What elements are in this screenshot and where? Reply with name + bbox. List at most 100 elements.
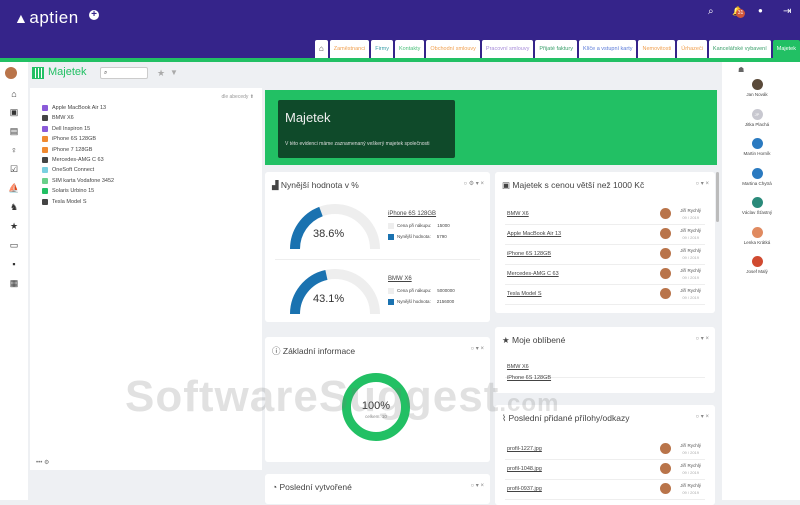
person-name: Jan Novák <box>746 92 768 97</box>
user-name[interactable]: Jiří Rychlý <box>680 248 701 253</box>
legend-swatch <box>388 299 394 305</box>
asset-type-icon <box>42 167 48 174</box>
hero-title: Majetek <box>285 110 331 125</box>
list-item[interactable]: iPhone 6S 128GB <box>42 136 97 143</box>
sail-icon[interactable]: ⛵ <box>7 183 21 194</box>
divider <box>275 259 480 260</box>
person-item[interactable]: JP Jitka Plachá <box>722 108 792 127</box>
legend-swatch <box>388 234 394 240</box>
list-item[interactable]: Mercedes-AMG C 63 <box>42 157 104 163</box>
list-item-label: Tesla Model S <box>52 198 87 205</box>
item-link[interactable]: Apple MacBook Air 13 <box>507 231 561 237</box>
item-link[interactable]: profil-1048.jpg <box>507 466 542 472</box>
list-item[interactable]: iPhone 7 128GB <box>42 146 93 153</box>
list-item[interactable]: OneSoft Connect <box>42 167 94 174</box>
item-link[interactable]: profil-0937.jpg <box>507 486 542 492</box>
favorite-star-icon[interactable]: ★ <box>157 68 165 79</box>
filter-icon[interactable]: ▼ <box>170 68 178 77</box>
user-name[interactable]: Jiří Rychlý <box>680 443 701 448</box>
card-controls[interactable]: ○ ⚙ ▾ × <box>463 180 484 187</box>
person-item[interactable]: Václav Šťastný <box>722 197 792 215</box>
tab-zam-stnanci[interactable]: Zaměstnanci <box>329 40 370 58</box>
item-link[interactable]: BMW X6 <box>507 211 529 217</box>
star-icon[interactable]: ★ <box>7 221 21 232</box>
horse-icon[interactable]: ♞ <box>7 202 21 213</box>
scrollbar[interactable] <box>716 172 719 222</box>
card-controls[interactable]: ○ ▾ × <box>696 335 709 342</box>
list-item-label: iPhone 6S 128GB <box>52 136 97 143</box>
inbox-icon[interactable]: ▣ <box>7 107 21 118</box>
item-link[interactable]: Mercedes-AMG C 63 <box>507 271 559 277</box>
person-item[interactable]: Martin Horník <box>722 138 792 156</box>
tab-nemovitosti[interactable]: Nemovitosti <box>638 40 676 58</box>
asset-link[interactable]: BMW X6 <box>388 276 412 282</box>
expensive-assets-card: ▣ Majetek s cenou větší než 1000 Kč ○ ▾ … <box>495 172 715 313</box>
tab-obchodn-smlouvy[interactable]: Obchodní smlouvy <box>426 40 480 58</box>
item-link[interactable]: Tesla Model S <box>507 291 542 297</box>
apps-icon[interactable]: ▦ <box>7 278 21 289</box>
calendar-icon[interactable]: ▤ <box>7 126 21 137</box>
list-item[interactable]: BMW X6 <box>42 115 74 122</box>
tab-home[interactable]: ⌂ <box>314 40 328 58</box>
card-controls[interactable]: ○ ▾ × <box>696 180 709 187</box>
tab-pracovn-smlouvy[interactable]: Pracovní smlouvy <box>481 40 534 58</box>
list-item[interactable]: SIM karta Vodafone 3452 <box>42 177 114 184</box>
card-title: ▣ Majetek s cenou větší než 1000 Kč <box>502 180 645 190</box>
item-link[interactable]: profil-1227.jpg <box>507 446 542 452</box>
search-icon[interactable]: ⌕ <box>708 6 714 17</box>
hero-box: Majetek V této evidenci máme zaznamenaný… <box>278 100 455 158</box>
person-item[interactable]: Lenka Krátká <box>722 226 792 245</box>
tab-kontakty[interactable]: Kontakty <box>394 40 425 58</box>
list-item[interactable]: Apple MacBook Air 13 <box>42 105 106 111</box>
sort-toggle[interactable]: dle abecedy ⬆ <box>221 94 254 100</box>
user-name[interactable]: Jiří Rychlý <box>680 228 701 233</box>
user-avatar[interactable] <box>5 67 17 79</box>
list-item[interactable]: Dell Inspiron 15 <box>42 125 90 132</box>
asset-link[interactable]: iPhone 6S 128GB <box>388 211 436 217</box>
user-avatar <box>660 443 671 454</box>
chat-icon[interactable]: ● <box>758 6 763 15</box>
person-item[interactable]: Josef Malý <box>722 256 792 274</box>
list-item[interactable]: Solaris Urbino 15 <box>42 188 94 195</box>
tab-majetek[interactable]: Majetek <box>772 40 800 58</box>
card-controls[interactable]: ○ ▾ × <box>471 345 484 352</box>
tab-firmy[interactable]: Firmy <box>371 40 393 58</box>
asset-type-icon <box>42 188 48 195</box>
tab-kancel-sk-vybaven-[interactable]: Kancelářské vybavení <box>708 40 771 58</box>
accent-line <box>0 58 800 62</box>
left-nav: ⌂ ▣ ▤ ♀ ☑ ⛵ ♞ ★ ▭ ▪ ▦ <box>0 62 28 500</box>
legend-current: Nynější hodnota: 5790 <box>388 234 447 240</box>
user-name[interactable]: Jiří Rychlý <box>680 208 701 213</box>
user-name[interactable]: Jiří Rychlý <box>680 463 701 468</box>
user-name[interactable]: Jiří Rychlý <box>680 268 701 273</box>
bulb-icon[interactable]: ♀ <box>7 145 21 155</box>
logout-icon[interactable]: ⇥ <box>783 6 791 17</box>
checklist-icon[interactable]: ☑ <box>7 164 21 175</box>
card-controls[interactable]: ○ ▾ × <box>471 482 484 489</box>
person-name: Josef Malý <box>746 269 768 274</box>
user-name[interactable]: Jiří Rychlý <box>680 288 701 293</box>
tab--rhaze-i[interactable]: Úrhazeči <box>677 40 707 58</box>
legend-buy: Cena při nákupu: 5000000 <box>388 288 455 294</box>
tab-kl-e-a-vstupn-karty[interactable]: Klíče a vstupní karty <box>578 40 637 58</box>
hero-subtitle: V této evidenci máme zaznamenaný veškerý… <box>285 141 430 147</box>
gauge-pct: 38.6% <box>313 228 345 240</box>
add-icon[interactable]: + <box>89 10 99 20</box>
card-controls[interactable]: ○ ▾ × <box>696 413 709 420</box>
home-icon[interactable]: ⌂ <box>7 89 21 99</box>
book-icon[interactable]: ▭ <box>7 240 21 251</box>
list-item[interactable]: Tesla Model S <box>42 198 87 205</box>
bag-icon[interactable]: ▪ <box>7 259 21 269</box>
app-logo[interactable]: ▲aptien <box>14 8 79 28</box>
search-input[interactable]: ⌕ <box>100 67 148 79</box>
item-link[interactable]: iPhone 6S 128GB <box>507 251 551 257</box>
person-avatar <box>751 138 763 149</box>
panel-footer-icons[interactable]: ••• ⚙ <box>36 459 49 466</box>
person-item[interactable]: Jan Novák <box>722 79 792 97</box>
list-item-label: iPhone 7 128GB <box>52 146 93 153</box>
person-item[interactable]: Martina Chytrá <box>722 167 792 186</box>
favorite-link[interactable]: BMW X6 <box>507 364 529 370</box>
legend-swatch <box>388 288 394 294</box>
user-name[interactable]: Jiří Rychlý <box>680 483 701 488</box>
tab-p-ijat-faktury[interactable]: Přijaté faktury <box>535 40 577 58</box>
